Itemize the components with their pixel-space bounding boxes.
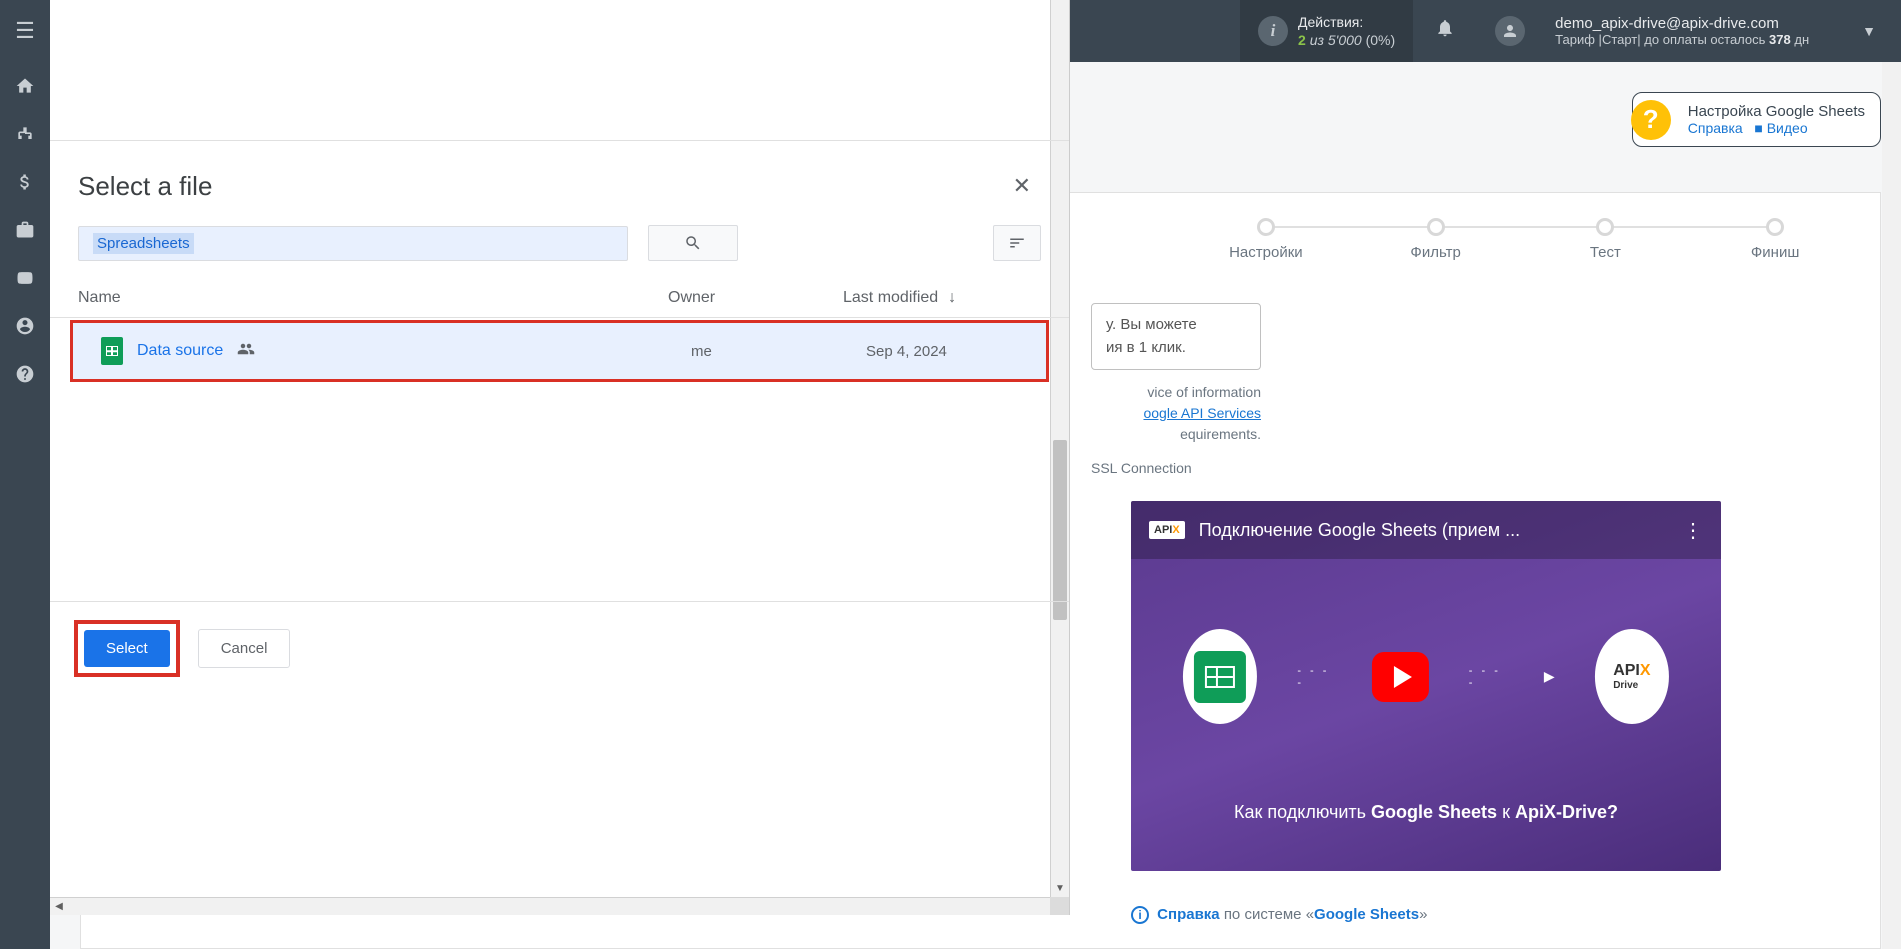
page-scrollbar[interactable] (1882, 62, 1901, 949)
help-link[interactable]: Справка (1688, 120, 1743, 136)
spravka-link[interactable]: Справка (1157, 906, 1219, 923)
user-email: demo_apix-drive@apix-drive.com (1555, 15, 1809, 32)
actions-total: 5'000 (1328, 32, 1362, 48)
col-name[interactable]: Name (78, 289, 668, 307)
info-circle-icon: i (1131, 906, 1149, 924)
api-services-link[interactable]: oogle API Services (1143, 405, 1261, 421)
sidebar-video[interactable] (0, 254, 50, 302)
video-caption: Как подключить Google Sheets к ApiX-Driv… (1131, 802, 1721, 823)
right-column: у. Вы можете ия в 1 клик. vice of inform… (1091, 303, 1791, 924)
bell-icon (1435, 18, 1455, 38)
col-modified[interactable]: Last modified ↓ (843, 289, 1041, 307)
apix-circle: APIXDrive (1595, 629, 1669, 724)
video-title: Подключение Google Sheets (прием ... (1199, 520, 1669, 541)
sheets-circle (1183, 629, 1257, 724)
question-icon (15, 364, 35, 384)
help-box-icon: ? (1631, 100, 1671, 140)
col-owner[interactable]: Owner (668, 289, 843, 307)
shared-icon (237, 340, 255, 363)
file-owner: me (691, 343, 866, 360)
user-icon (15, 316, 35, 336)
progress-steps: Настройки Фильтр Тест Финиш (1181, 218, 1860, 261)
help-title: Настройка Google Sheets (1688, 103, 1865, 120)
play-button[interactable] (1372, 652, 1428, 702)
actions-label: Действия: (1298, 13, 1395, 31)
sidebar-connections[interactable] (0, 110, 50, 158)
video-menu-icon[interactable]: ⋮ (1683, 518, 1703, 543)
sort-button[interactable] (993, 225, 1041, 261)
modal-close-button[interactable]: ✕ (1005, 169, 1039, 203)
home-icon (15, 76, 35, 96)
hamburger-icon: ☰ (15, 18, 35, 44)
ssl-label: SSL Connection (1091, 460, 1791, 476)
select-button[interactable]: Select (84, 630, 170, 667)
sidebar-help[interactable] (0, 350, 50, 398)
sidebar-home[interactable] (0, 62, 50, 110)
briefcase-icon (15, 220, 35, 240)
modal-footer: Select Cancel (50, 601, 1069, 695)
avatar-icon (1495, 16, 1525, 46)
sheets-file-icon (101, 337, 123, 365)
user-menu[interactable]: demo_apix-drive@apix-drive.com Тариф |Ст… (1477, 0, 1837, 62)
step-test[interactable]: Тест (1521, 218, 1691, 261)
file-date: Sep 4, 2024 (866, 343, 1018, 360)
video-link[interactable]: Видео (1767, 120, 1808, 136)
step-filter[interactable]: Фильтр (1351, 218, 1521, 261)
sidebar-billing[interactable] (0, 158, 50, 206)
sidebar (0, 62, 50, 949)
video-camera-icon: ■ (1754, 120, 1762, 136)
modal-title: Select a file (78, 171, 212, 202)
youtube-icon (15, 268, 35, 288)
info-icon: i (1258, 16, 1288, 46)
file-picker-modal: ▼ ◀ Select a file ✕ Spreadsheets Name Ow… (50, 0, 1070, 915)
video-embed[interactable]: APIX Подключение Google Sheets (прием ..… (1131, 501, 1721, 871)
sidebar-account[interactable] (0, 302, 50, 350)
actions-pct: (0%) (1366, 32, 1396, 48)
dollar-icon (15, 172, 35, 192)
hamburger-button[interactable]: ☰ (0, 0, 50, 62)
file-list-header: Name Owner Last modified ↓ (50, 279, 1069, 318)
search-button[interactable] (648, 225, 738, 261)
actions-of: из (1310, 32, 1324, 48)
search-icon (684, 234, 702, 252)
video-logo: APIX (1149, 521, 1185, 539)
file-name: Data source (137, 342, 223, 360)
sort-az-icon (1008, 234, 1026, 252)
notifications-button[interactable] (1413, 18, 1477, 44)
sidebar-tools[interactable] (0, 206, 50, 254)
step-finish[interactable]: Финиш (1690, 218, 1860, 261)
file-row[interactable]: Data source me Sep 4, 2024 (70, 320, 1049, 382)
arrow-down-icon: ↓ (948, 289, 956, 307)
actions-count: 2 (1298, 32, 1306, 48)
actions-info[interactable]: i Действия: 2 из 5'000 (0%) (1240, 0, 1413, 62)
sitemap-icon (15, 124, 35, 144)
filter-chip[interactable]: Spreadsheets (78, 226, 628, 261)
chevron-down-icon[interactable]: ▼ (1837, 23, 1901, 39)
help-box: ? Настройка Google Sheets Справка ■ Виде… (1632, 92, 1881, 147)
help-reference: i Справка по системе «Google Sheets» (1131, 906, 1791, 924)
step-settings[interactable]: Настройки (1181, 218, 1351, 261)
cancel-button[interactable]: Cancel (198, 629, 291, 668)
